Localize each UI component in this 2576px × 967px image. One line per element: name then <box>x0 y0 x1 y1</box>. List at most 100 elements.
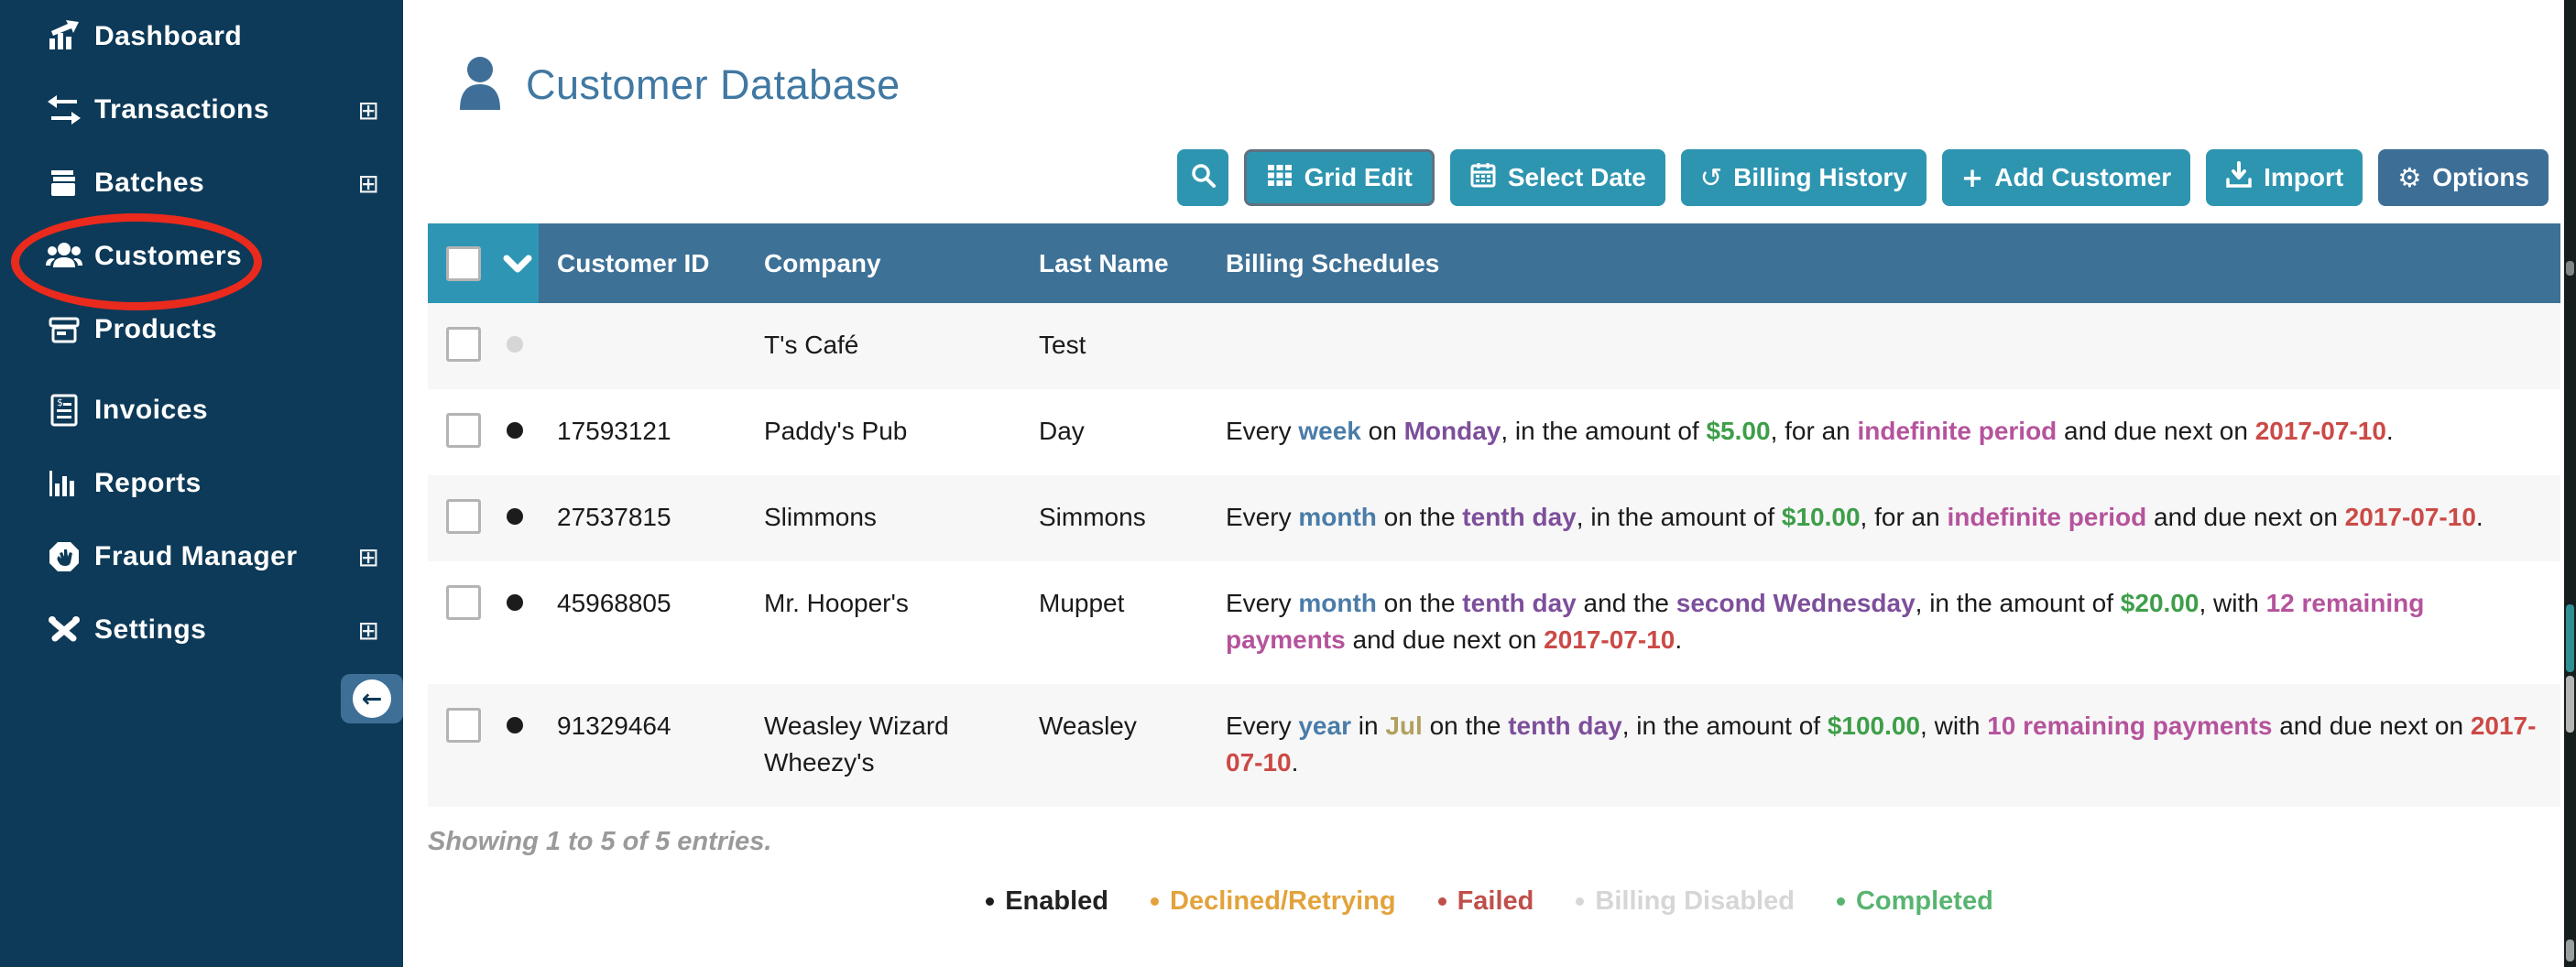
legend-item-failed: Failed <box>1438 886 1534 917</box>
scrollbar-track <box>2564 0 2576 967</box>
sidebar-item-label: Reports <box>94 468 202 499</box>
status-legend: Enabled Declined/Retrying Failed Billing… <box>403 886 2576 917</box>
add-customer-button[interactable]: + Add Customer <box>1942 149 2190 206</box>
sidebar-item-label: Transactions <box>94 94 269 125</box>
sidebar-item-label: Invoices <box>94 395 208 426</box>
sidebar-item-settings[interactable]: Settings ⊞ <box>0 593 403 667</box>
cell-company: Paddy's Pub <box>746 389 1021 475</box>
sidebar-item-products[interactable]: Products <box>0 293 403 366</box>
showing-entries-text: Showing 1 to 5 of 5 entries. <box>428 827 771 857</box>
cell-billing-schedule: Every week on Monday, in the amount of $… <box>1226 413 2542 450</box>
cell-last-name: Simmons <box>1021 475 1207 561</box>
sidebar-item-customers[interactable]: Customers <box>0 220 403 293</box>
app-root: Dashboard Transactions ⊞ Batches ⊞ Custo… <box>0 0 2576 967</box>
column-header-billing-schedules[interactable]: Billing Schedules <box>1207 223 2560 303</box>
table-header-row: Customer ID Company Last Name Billing Sc… <box>428 223 2560 303</box>
reports-icon <box>44 463 84 504</box>
sidebar-item-invoices[interactable]: $ Invoices <box>0 374 403 447</box>
cell-last-name: Test <box>1021 303 1207 389</box>
customer-person-icon <box>458 55 502 114</box>
select-date-button[interactable]: Select Date <box>1450 149 1665 206</box>
plus-icon: + <box>1961 165 1983 191</box>
cell-billing-schedule: Every month on the tenth day, in the amo… <box>1226 499 2542 536</box>
status-dot <box>507 336 523 353</box>
cell-customer-id <box>539 303 746 389</box>
invoices-icon: $ <box>44 390 84 430</box>
scrollbar-mark <box>2566 604 2574 672</box>
cell-customer-id: 45968805 <box>539 561 746 684</box>
sidebar-item-fraud-manager[interactable]: Fraud Manager ⊞ <box>0 520 403 593</box>
sidebar-collapse-button[interactable]: ← <box>341 674 403 723</box>
expand-plus-icon[interactable]: ⊞ <box>358 542 379 572</box>
search-icon <box>1189 161 1217 195</box>
column-header-customer-id[interactable]: Customer ID <box>539 223 746 303</box>
history-icon: ↺ <box>1700 165 1722 191</box>
legend-item-enabled: Enabled <box>986 886 1108 917</box>
table-row: 45968805 Mr. Hooper's Muppet Every month… <box>428 561 2560 684</box>
legend-item-declined-retrying: Declined/Retrying <box>1151 886 1396 917</box>
select-all-header <box>428 223 539 303</box>
legend-dot <box>1438 897 1446 906</box>
sidebar-item-label: Settings <box>94 614 206 646</box>
table-row: 27537815 Slimmons Simmons Every month on… <box>428 475 2560 561</box>
legend-item-completed: Completed <box>1837 886 1993 917</box>
options-button[interactable]: ⚙ Options <box>2378 149 2549 206</box>
sidebar-item-batches[interactable]: Batches ⊞ <box>0 147 403 220</box>
scrollbar-mark <box>2566 261 2574 276</box>
legend-label: Failed <box>1457 886 1534 917</box>
table-row: 17593121 Paddy's Pub Day Every week on M… <box>428 389 2560 475</box>
calendar-icon <box>1469 161 1497 195</box>
status-dot <box>507 594 523 611</box>
cell-customer-id: 91329464 <box>539 684 746 807</box>
cell-company: Slimmons <box>746 475 1021 561</box>
page-header: Customer Database <box>458 55 901 114</box>
row-checkbox[interactable] <box>446 708 481 743</box>
column-header-company[interactable]: Company <box>746 223 1021 303</box>
products-icon <box>44 310 84 350</box>
grid-icon <box>1266 161 1293 195</box>
sidebar-item-label: Customers <box>94 241 242 272</box>
sidebar-item-transactions[interactable]: Transactions ⊞ <box>0 73 403 147</box>
customers-icon <box>44 236 84 277</box>
chevron-down-icon[interactable] <box>503 254 532 274</box>
sidebar-item-dashboard[interactable]: Dashboard <box>0 0 403 73</box>
expand-plus-icon[interactable]: ⊞ <box>358 615 379 646</box>
row-checkbox[interactable] <box>446 499 481 534</box>
status-dot <box>507 422 523 439</box>
grid-edit-button[interactable]: Grid Edit <box>1244 149 1435 206</box>
legend-label: Completed <box>1856 886 1993 917</box>
table-row: 91329464 Weasley Wizard Wheezy's Weasley… <box>428 684 2560 807</box>
column-header-last-name[interactable]: Last Name <box>1021 223 1207 303</box>
cell-customer-id: 17593121 <box>539 389 746 475</box>
batches-icon <box>44 163 84 203</box>
search-button[interactable] <box>1177 149 1228 206</box>
select-all-checkbox[interactable] <box>446 246 481 281</box>
cell-billing-schedule: Every year in Jul on the tenth day, in t… <box>1226 708 2542 781</box>
scrollbar-thumb[interactable] <box>2566 676 2574 733</box>
toolbar: Grid Edit Select Date ↺ Billing History … <box>1177 149 2549 206</box>
legend-dot <box>1837 897 1845 906</box>
sidebar-item-label: Products <box>94 314 217 345</box>
cell-company: Weasley Wizard Wheezy's <box>746 684 1021 807</box>
expand-plus-icon[interactable]: ⊞ <box>358 168 379 199</box>
legend-dot <box>986 897 994 906</box>
cell-company: Mr. Hooper's <box>746 561 1021 684</box>
row-checkbox[interactable] <box>446 327 481 362</box>
billing-history-button[interactable]: ↺ Billing History <box>1681 149 1927 206</box>
legend-item-billing-disabled: Billing Disabled <box>1576 886 1795 917</box>
expand-plus-icon[interactable]: ⊞ <box>358 95 379 125</box>
customer-table: Customer ID Company Last Name Billing Sc… <box>428 223 2560 807</box>
transactions-icon <box>44 90 84 130</box>
status-dot <box>507 717 523 733</box>
main-content: Customer Database Grid Edit Select Date <box>403 0 2576 967</box>
sidebar-item-label: Dashboard <box>94 21 242 52</box>
row-checkbox[interactable] <box>446 585 481 620</box>
import-button[interactable]: Import <box>2206 149 2363 206</box>
fraud-manager-icon <box>44 537 84 577</box>
row-checkbox[interactable] <box>446 413 481 448</box>
sidebar-item-reports[interactable]: Reports <box>0 447 403 520</box>
legend-label: Billing Disabled <box>1595 886 1795 917</box>
collapse-arrow-icon: ← <box>353 679 391 718</box>
table-row: T's Café Test <box>428 303 2560 389</box>
sidebar-item-label: Fraud Manager <box>94 541 298 572</box>
